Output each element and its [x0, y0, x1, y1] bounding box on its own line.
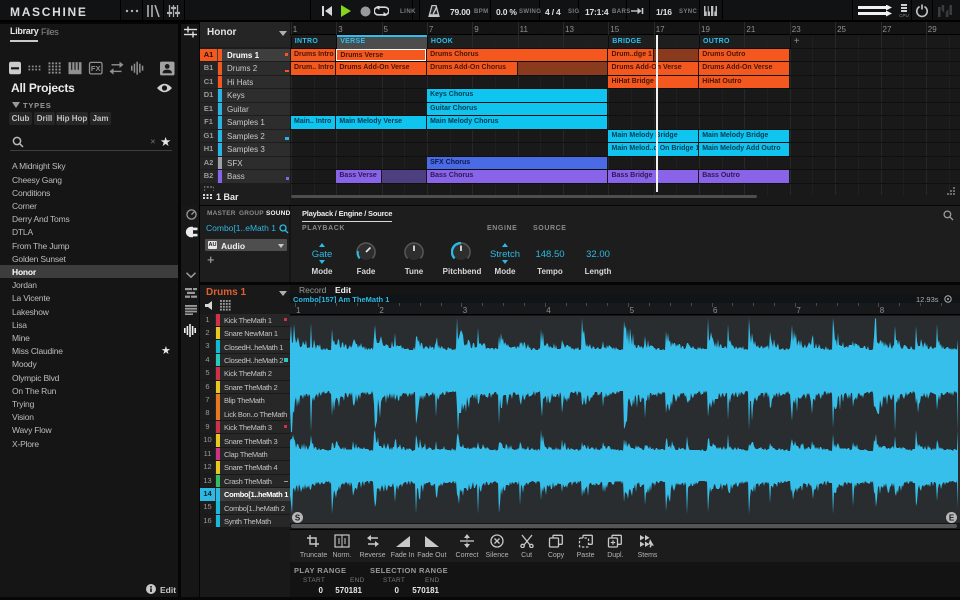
svg-text:CPU: CPU — [899, 13, 909, 18]
svg-text:FX: FX — [91, 64, 101, 73]
svg-text:E: E — [949, 514, 955, 523]
svg-text:S: S — [295, 514, 301, 523]
